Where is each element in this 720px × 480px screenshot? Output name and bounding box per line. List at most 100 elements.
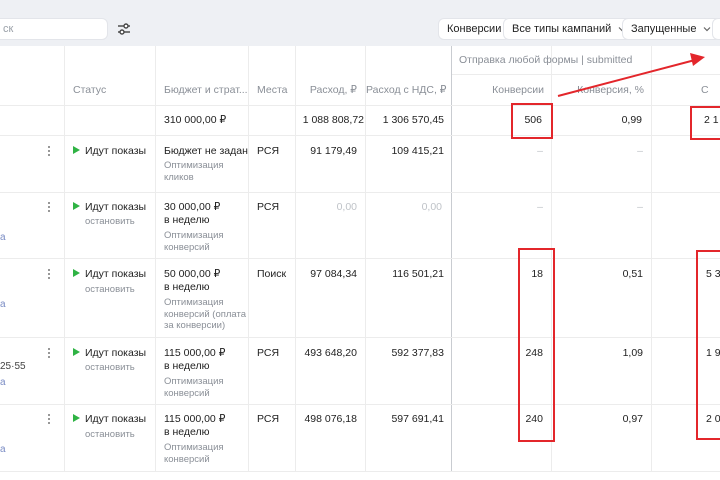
spend-cell: 0,00: [336, 201, 357, 213]
strategy-text: Оптимизация конверсий (оплата за конверс…: [164, 297, 247, 331]
stop-campaign-link[interactable]: остановить: [85, 215, 135, 228]
campaign-id-fragment: 25·55: [0, 361, 26, 372]
status-cell: Идут показы: [73, 145, 146, 158]
campaign-link-fragment[interactable]: а: [0, 298, 6, 311]
conversions-cell: –: [537, 201, 543, 213]
strategy-text: Оптимизация кликов: [164, 160, 224, 183]
toolbar: ск Конверсии Все типы кампаний Запущенны…: [0, 0, 720, 46]
campaign-types-label: Все типы кампаний: [512, 23, 612, 35]
spend-vat-cell: 0,00: [421, 201, 442, 213]
column-divider: [651, 46, 652, 472]
budget-period: в неделю: [164, 426, 210, 438]
row-menu-icon[interactable]: [44, 347, 54, 361]
status-text: Идут показы: [85, 413, 147, 425]
status-text: Идут показы: [85, 201, 147, 213]
strategy-text: Оптимизация конверсий: [164, 376, 224, 399]
row-menu-icon[interactable]: [44, 413, 54, 427]
column-header-budget[interactable]: Бюджет и страт...: [164, 84, 248, 97]
campaign-link-fragment[interactable]: а: [0, 443, 6, 456]
places-cell: Поиск: [257, 268, 287, 280]
launched-dropdown[interactable]: Запущенные: [622, 18, 720, 40]
budget-period: в неделю: [164, 360, 210, 372]
spend-vat-cell: 116 501,21: [392, 268, 444, 280]
column-header-places[interactable]: Места: [257, 84, 288, 97]
campaign-link-fragment[interactable]: а: [0, 376, 6, 389]
totals-budget: 310 000,00 ₽: [164, 114, 227, 126]
row-divider: [0, 135, 720, 136]
search-placeholder: ск: [3, 23, 14, 35]
totals-spend-vat: 1 306 570,45: [382, 114, 444, 126]
row-divider: [0, 105, 720, 106]
status-text: Идут показы: [85, 145, 147, 157]
play-icon: [73, 146, 80, 154]
conversions-filter-button[interactable]: Конверсии: [438, 18, 511, 40]
campaign-link-fragment[interactable]: а: [0, 231, 6, 244]
spend-cell: 493 648,20: [304, 347, 357, 359]
play-icon: [73, 269, 80, 277]
annotation-box-row-last: [696, 250, 720, 440]
totals-conversion-rate: 0,99: [621, 114, 642, 126]
spend-vat-cell: 597 691,41: [391, 413, 444, 425]
conversion-rate-cell: –: [637, 145, 643, 157]
conversions-filter-label: Конверсии: [447, 23, 502, 35]
status-cell: Идут показы: [73, 201, 146, 214]
status-text: Идут показы: [85, 347, 147, 359]
annotation-arrow: [557, 53, 705, 97]
column-header-status[interactable]: Статус: [73, 84, 106, 97]
conversion-rate-cell: 0,51: [622, 268, 643, 280]
launched-label: Запущенные: [631, 23, 697, 35]
places-cell: РСЯ: [257, 145, 280, 157]
row-divider: [0, 258, 720, 259]
totals-spend: 1 088 808,72: [302, 114, 364, 126]
play-icon: [73, 414, 80, 422]
spend-vat-cell: 592 377,83: [391, 347, 444, 359]
stop-campaign-link[interactable]: остановить: [85, 361, 135, 374]
column-divider: [365, 46, 366, 472]
spend-cell: 91 179,49: [310, 145, 357, 157]
play-icon: [73, 202, 80, 210]
column-divider: [155, 46, 156, 472]
stop-campaign-link[interactable]: остановить: [85, 428, 135, 441]
row-menu-icon[interactable]: [44, 145, 54, 159]
spend-cell: 97 084,34: [310, 268, 357, 280]
row-menu-icon[interactable]: [44, 201, 54, 215]
campaign-types-dropdown[interactable]: Все типы кампаний: [503, 18, 637, 40]
row-divider: [452, 74, 720, 75]
column-header-conversions[interactable]: Конверсии: [452, 84, 544, 97]
spend-cell: 498 076,18: [304, 413, 357, 425]
row-divider: [0, 337, 720, 338]
filter-settings-icon[interactable]: [114, 19, 134, 39]
annotation-box-row-conversions: [518, 248, 555, 442]
status-cell: Идут показы: [73, 347, 146, 360]
more-filter-button[interactable]: [712, 18, 720, 40]
budget-amount: 115 000,00 ₽: [164, 347, 226, 359]
search-input[interactable]: ск: [0, 18, 108, 40]
goal-group-header: Отправка любой формы | submitted: [459, 54, 633, 66]
places-cell: РСЯ: [257, 413, 280, 425]
budget-period: в неделю: [164, 281, 210, 293]
places-cell: РСЯ: [257, 347, 280, 359]
status-text: Идут показы: [85, 268, 147, 280]
row-divider: [0, 404, 720, 405]
stop-campaign-link[interactable]: остановить: [85, 283, 135, 296]
column-header-cut-off[interactable]: С: [701, 84, 709, 97]
conversion-rate-cell: –: [637, 201, 643, 213]
chevron-down-icon: [704, 27, 711, 32]
column-group-divider: [451, 46, 452, 472]
status-cell: Идут показы: [73, 268, 146, 281]
places-cell: РСЯ: [257, 201, 280, 213]
row-menu-icon[interactable]: [44, 268, 54, 282]
column-header-conversion-rate[interactable]: Конверсия, %: [552, 84, 644, 97]
status-cell: Идут показы: [73, 413, 146, 426]
conversion-rate-cell: 1,09: [622, 347, 643, 359]
conversion-rate-cell: 0,97: [622, 413, 643, 425]
budget-amount: 30 000,00 ₽: [164, 201, 221, 213]
strategy-text: Оптимизация конверсий: [164, 442, 224, 465]
annotation-box-total-conversions: [511, 103, 553, 139]
play-icon: [73, 348, 80, 356]
column-header-spend-vat[interactable]: Расход с НДС, ₽: [366, 84, 447, 97]
column-header-spend[interactable]: Расход, ₽: [296, 84, 357, 97]
annotation-box-total-last: [690, 106, 720, 140]
budget-amount: 115 000,00 ₽: [164, 413, 226, 425]
column-divider: [64, 46, 65, 472]
